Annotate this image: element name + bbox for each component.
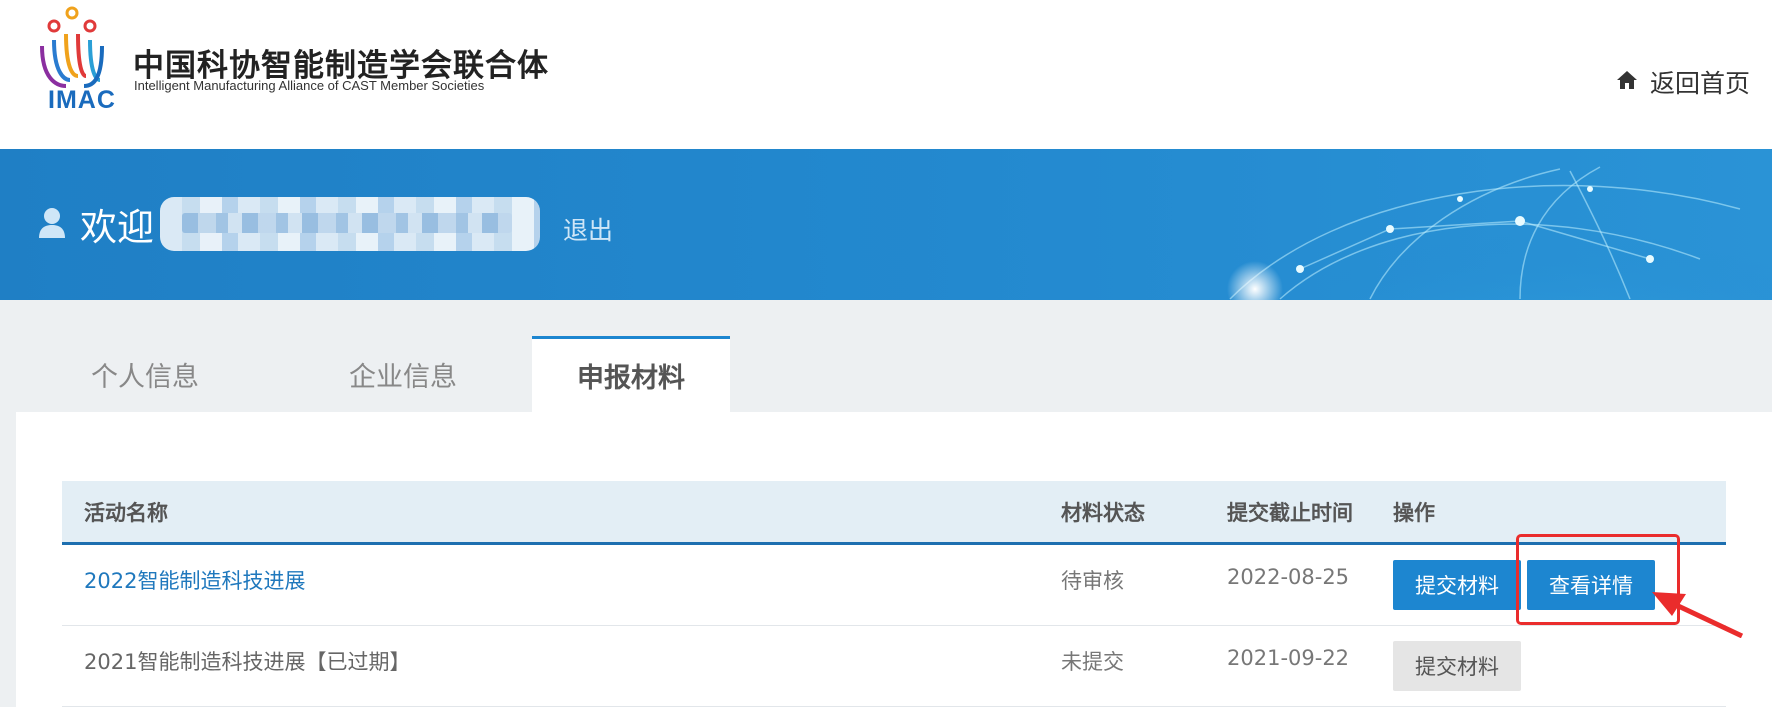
status-cell: 未提交 (1061, 650, 1124, 674)
welcome-text: 欢迎 (80, 206, 154, 249)
username-redacted (160, 197, 540, 251)
activity-name: 2021智能制造科技进展【已过期】 (84, 650, 411, 674)
back-to-home-label: 返回首页 (1649, 69, 1750, 98)
table-row: 2022智能制造科技进展 待审核 2022-08-25 提交材料 查看详情 (62, 545, 1726, 626)
status-cell: 待审核 (1061, 569, 1124, 593)
tab-bar: 个人信息 企业信息 申报材料 (16, 336, 730, 412)
actions-cell: 提交材料 查看详情 (1393, 560, 1726, 610)
actions-cell: 提交材料 (1393, 641, 1726, 691)
welcome-banner: 欢迎 退出 (0, 149, 1772, 300)
view-details-button[interactable]: 查看详情 (1527, 560, 1655, 610)
submit-materials-button[interactable]: 提交材料 (1393, 560, 1521, 610)
column-header-deadline: 提交截止时间 (1227, 500, 1353, 525)
user-icon (38, 207, 66, 243)
activity-name-link[interactable]: 2022智能制造科技进展 (62, 545, 1061, 595)
org-name-english: Intelligent Manufacturing Alliance of CA… (134, 78, 485, 93)
column-header-status: 材料状态 (1061, 500, 1145, 525)
tab-personal-info[interactable]: 个人信息 (16, 336, 274, 412)
back-to-home-link[interactable]: 返回首页 (1616, 64, 1750, 100)
logo-abbreviation: IMAC (48, 86, 116, 114)
tab-application-materials[interactable]: 申报材料 (532, 336, 730, 412)
column-header-actions: 操作 (1393, 500, 1435, 525)
table-header-row: 活动名称 材料状态 提交截止时间 操作 (62, 481, 1726, 545)
deadline-cell: 2021-09-22 (1227, 646, 1350, 670)
logout-link[interactable]: 退出 (563, 211, 613, 247)
submit-materials-button-disabled[interactable]: 提交材料 (1393, 641, 1521, 691)
globe-graphic (1227, 159, 1772, 300)
site-header: IMAC 中国科协智能制造学会联合体 Intelligent Manufactu… (0, 0, 1772, 149)
home-icon (1616, 70, 1638, 94)
table-row: 2021智能制造科技进展【已过期】 未提交 2021-09-22 提交材料 (62, 626, 1726, 707)
deadline-cell: 2022-08-25 (1227, 565, 1350, 589)
tab-company-info[interactable]: 企业信息 (274, 336, 532, 412)
column-header-activity: 活动名称 (84, 500, 168, 525)
materials-table: 活动名称 材料状态 提交截止时间 操作 2022智能制造科技进展 待审核 202… (62, 481, 1726, 707)
